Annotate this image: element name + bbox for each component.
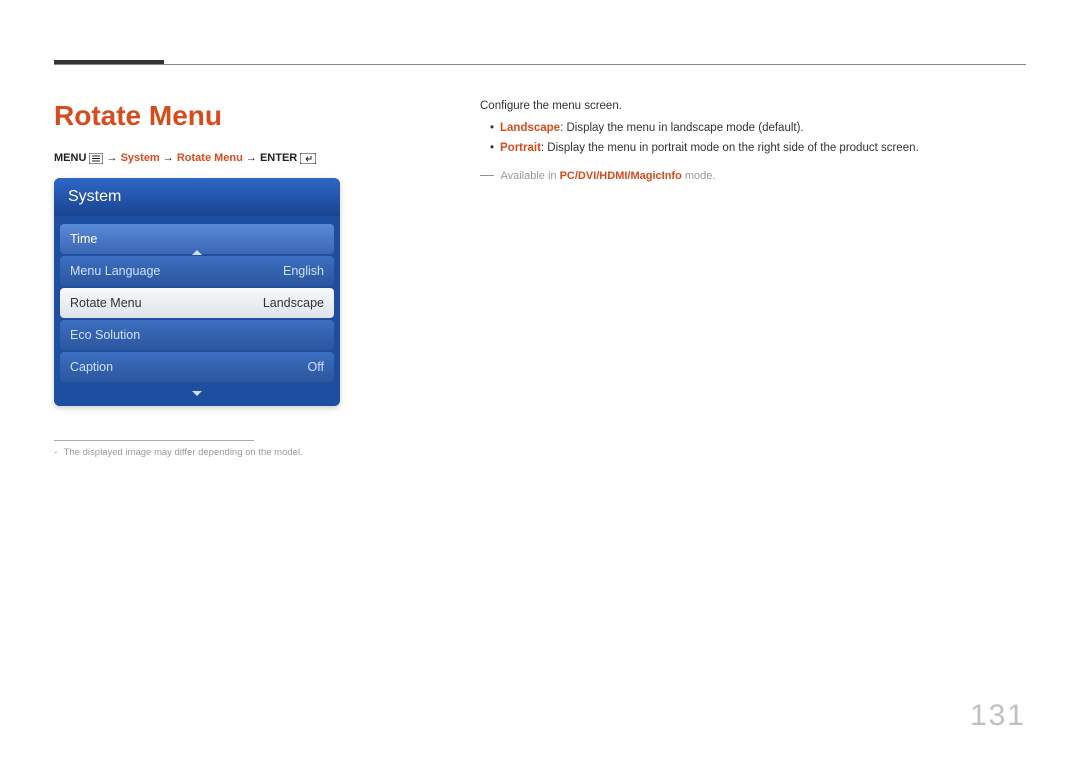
footnote: - The displayed image may differ dependi… [54,447,354,458]
availability-suffix: mode. [682,170,716,182]
scroll-down-icon[interactable] [192,391,202,396]
top-rule-tab [54,60,164,64]
menu-row-rotate[interactable]: Rotate Menu Landscape [60,288,334,318]
breadcrumb-arrow: → [163,152,174,164]
dash-icon: - [54,447,57,458]
availability-note: ― Available in PC/DVI/HDMI/MagicInfo mod… [480,166,1026,182]
breadcrumb-enter-label: ENTER [260,152,297,164]
menu-label: Menu Language [70,264,160,278]
description-intro: Configure the menu screen. [480,100,1026,112]
manual-page: Rotate Menu MENU → System → Rotate Menu … [0,0,1080,763]
breadcrumb-arrow: → [107,152,118,164]
bullet-text: : Display the menu in landscape mode (de… [560,122,804,134]
menu-label: Rotate Menu [70,296,142,310]
bullet-text: : Display the menu in portrait mode on t… [541,142,919,154]
osd-panel-body: Time Menu Language English Rotate Menu L… [54,216,340,406]
bullet-term: Landscape [500,122,560,134]
left-column: Rotate Menu MENU → System → Rotate Menu … [54,100,354,458]
dash-icon: ― [480,166,494,182]
page-heading: Rotate Menu [54,100,354,132]
bullet-landscape: • Landscape: Display the menu in landsca… [490,120,1026,137]
breadcrumb-menu-label: MENU [54,152,86,164]
scroll-up-icon[interactable] [192,250,202,255]
footnote-text: The displayed image may differ depending… [64,447,303,458]
page-number: 131 [970,699,1026,733]
breadcrumb-path-rotate: Rotate Menu [177,152,243,164]
menu-row-caption[interactable]: Caption Off [60,352,334,382]
right-column: Configure the menu screen. • Landscape: … [480,100,1026,182]
menu-icon [89,152,103,164]
menu-row-language[interactable]: Menu Language English [60,256,334,286]
availability-prefix: Available in [500,170,559,182]
menu-row-eco[interactable]: Eco Solution [60,320,334,350]
menu-label: Eco Solution [70,328,140,342]
bullet-dot-icon: • [490,140,500,157]
bullet-portrait: • Portrait: Display the menu in portrait… [490,140,1026,157]
menu-label: Time [70,232,97,246]
menu-label: Caption [70,360,113,374]
breadcrumb: MENU → System → Rotate Menu → ENTER [54,152,354,164]
bullet-content: Landscape: Display the menu in landscape… [500,120,804,137]
footnote-divider [54,440,254,441]
top-rule [54,64,1026,65]
bullet-dot-icon: • [490,120,500,137]
bullet-content: Portrait: Display the menu in portrait m… [500,140,919,157]
availability-modes: PC/DVI/HDMI/MagicInfo [560,170,682,182]
breadcrumb-path-system: System [121,152,160,164]
osd-panel-title: System [54,178,340,216]
enter-icon [300,152,316,164]
breadcrumb-arrow: → [246,152,257,164]
menu-value: Landscape [263,296,324,310]
osd-panel: System Time Menu Language English Rotate… [54,178,340,406]
bullet-term: Portrait [500,142,541,154]
menu-value: Off [308,360,324,374]
menu-value: English [283,264,324,278]
